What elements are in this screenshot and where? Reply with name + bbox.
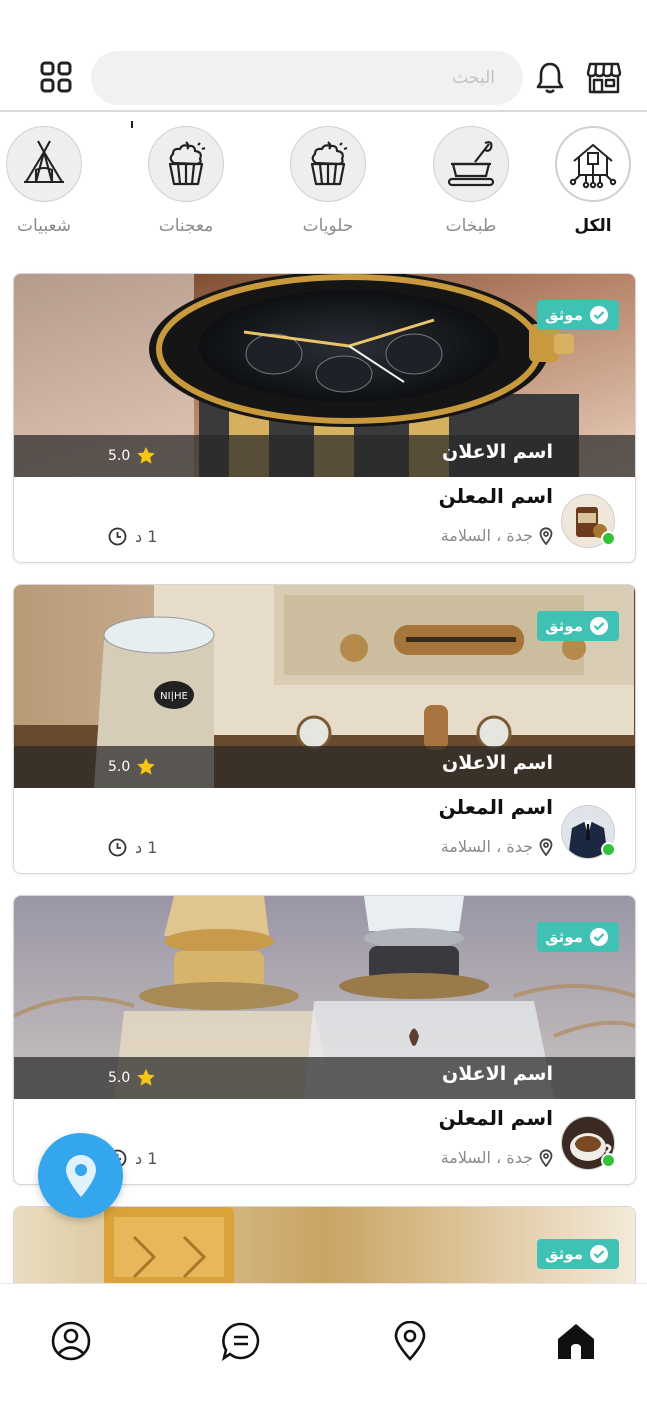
ad-title: اسم الاعلان [442, 752, 553, 774]
scroll-indicator [131, 121, 133, 128]
app-header [0, 0, 647, 112]
star-icon [137, 1069, 156, 1086]
clock-icon [108, 838, 127, 857]
nav-profile[interactable] [50, 1320, 92, 1362]
bottom-navigation [0, 1283, 647, 1401]
smart-home-icon [555, 126, 631, 202]
map-pin-icon [539, 837, 553, 856]
rating-value: 5.0 [108, 447, 131, 464]
category-cooking[interactable]: طبخات [431, 126, 511, 236]
category-label: شعبيات [17, 216, 71, 236]
map-fab-button[interactable] [38, 1133, 123, 1218]
verified-label: موثق [545, 306, 583, 324]
online-indicator [601, 531, 616, 546]
search-input[interactable] [91, 51, 523, 105]
svg-text:NI|HE: NI|HE [160, 691, 188, 702]
verified-label: موثق [545, 928, 583, 946]
location-text: جدة ، السلامة [440, 1148, 533, 1167]
location-text: جدة ، السلامة [440, 837, 533, 856]
nav-home[interactable] [555, 1320, 597, 1362]
star-icon [137, 447, 156, 464]
map-pin-icon [539, 1148, 553, 1167]
cooking-bowl-icon [433, 126, 509, 202]
map-pin-icon [539, 526, 553, 545]
verified-badge: موثق [537, 300, 619, 330]
header-divider [0, 110, 647, 112]
ad-card[interactable]: موثق اسم الاعلان 5.0 اسم المعلن جدة ، ال… [13, 273, 636, 563]
category-label: الكل [574, 216, 612, 236]
category-sweets[interactable]: حلويات [288, 126, 368, 236]
rating: 5.0 [108, 1068, 156, 1087]
bell-icon[interactable] [530, 58, 570, 98]
verified-badge: موثق [537, 1239, 619, 1269]
map-pin-icon [394, 1321, 426, 1361]
category-label: طبخات [445, 216, 497, 236]
nav-map[interactable] [389, 1320, 431, 1362]
chat-icon [221, 1322, 260, 1361]
verified-badge: موثق [537, 611, 619, 641]
category-pastries[interactable]: معجنات [146, 126, 226, 236]
category-all[interactable]: الكل [553, 126, 633, 236]
verified-label: موثق [545, 617, 583, 635]
search-bar[interactable] [91, 51, 523, 105]
check-circle-icon [590, 928, 608, 946]
rating-value: 5.0 [108, 758, 131, 775]
online-indicator [601, 842, 616, 857]
location: جدة ، السلامة [441, 1148, 553, 1167]
rating: 5.0 [108, 757, 156, 776]
verified-badge: موثق [537, 922, 619, 952]
advertiser-name: اسم المعلن [438, 1106, 553, 1130]
location-text: جدة ، السلامة [440, 526, 533, 545]
check-circle-icon [590, 617, 608, 635]
ad-card[interactable]: NI|HE موثق اسم الاعلان 5.0 اسم المعلن جد… [13, 584, 636, 874]
location: جدة ، السلامة [441, 526, 553, 545]
ad-title: اسم الاعلان [442, 1063, 553, 1085]
rating-value: 5.0 [108, 1069, 131, 1086]
ad-card[interactable]: موثق [13, 1206, 636, 1287]
grid-menu-icon[interactable] [36, 57, 76, 97]
cupcake-icon [290, 126, 366, 202]
ad-title: اسم الاعلان [442, 441, 553, 463]
verified-label: موثق [545, 1245, 583, 1263]
star-icon [137, 758, 156, 775]
post-time: 1 د [108, 527, 157, 546]
rating: 5.0 [108, 446, 156, 465]
category-popular[interactable]: شعبيات [4, 126, 84, 236]
tent-icon [6, 126, 82, 202]
store-icon[interactable] [584, 58, 624, 98]
time-text: 1 د [135, 838, 158, 857]
nav-chat[interactable] [220, 1320, 262, 1362]
map-pin-icon [65, 1154, 96, 1197]
category-label: حلويات [302, 216, 354, 236]
category-label: معجنات [158, 216, 214, 236]
clock-icon [108, 527, 127, 546]
online-indicator [601, 1153, 616, 1168]
location: جدة ، السلامة [441, 837, 553, 856]
profile-icon [51, 1321, 91, 1361]
check-circle-icon [590, 1245, 608, 1263]
check-circle-icon [590, 306, 608, 324]
post-time: 1 د [108, 838, 157, 857]
advertiser-name: اسم المعلن [438, 484, 553, 508]
time-text: 1 د [135, 527, 158, 546]
cupcake-icon [148, 126, 224, 202]
advertiser-name: اسم المعلن [438, 795, 553, 819]
time-text: 1 د [135, 1149, 158, 1168]
home-icon [558, 1324, 594, 1359]
